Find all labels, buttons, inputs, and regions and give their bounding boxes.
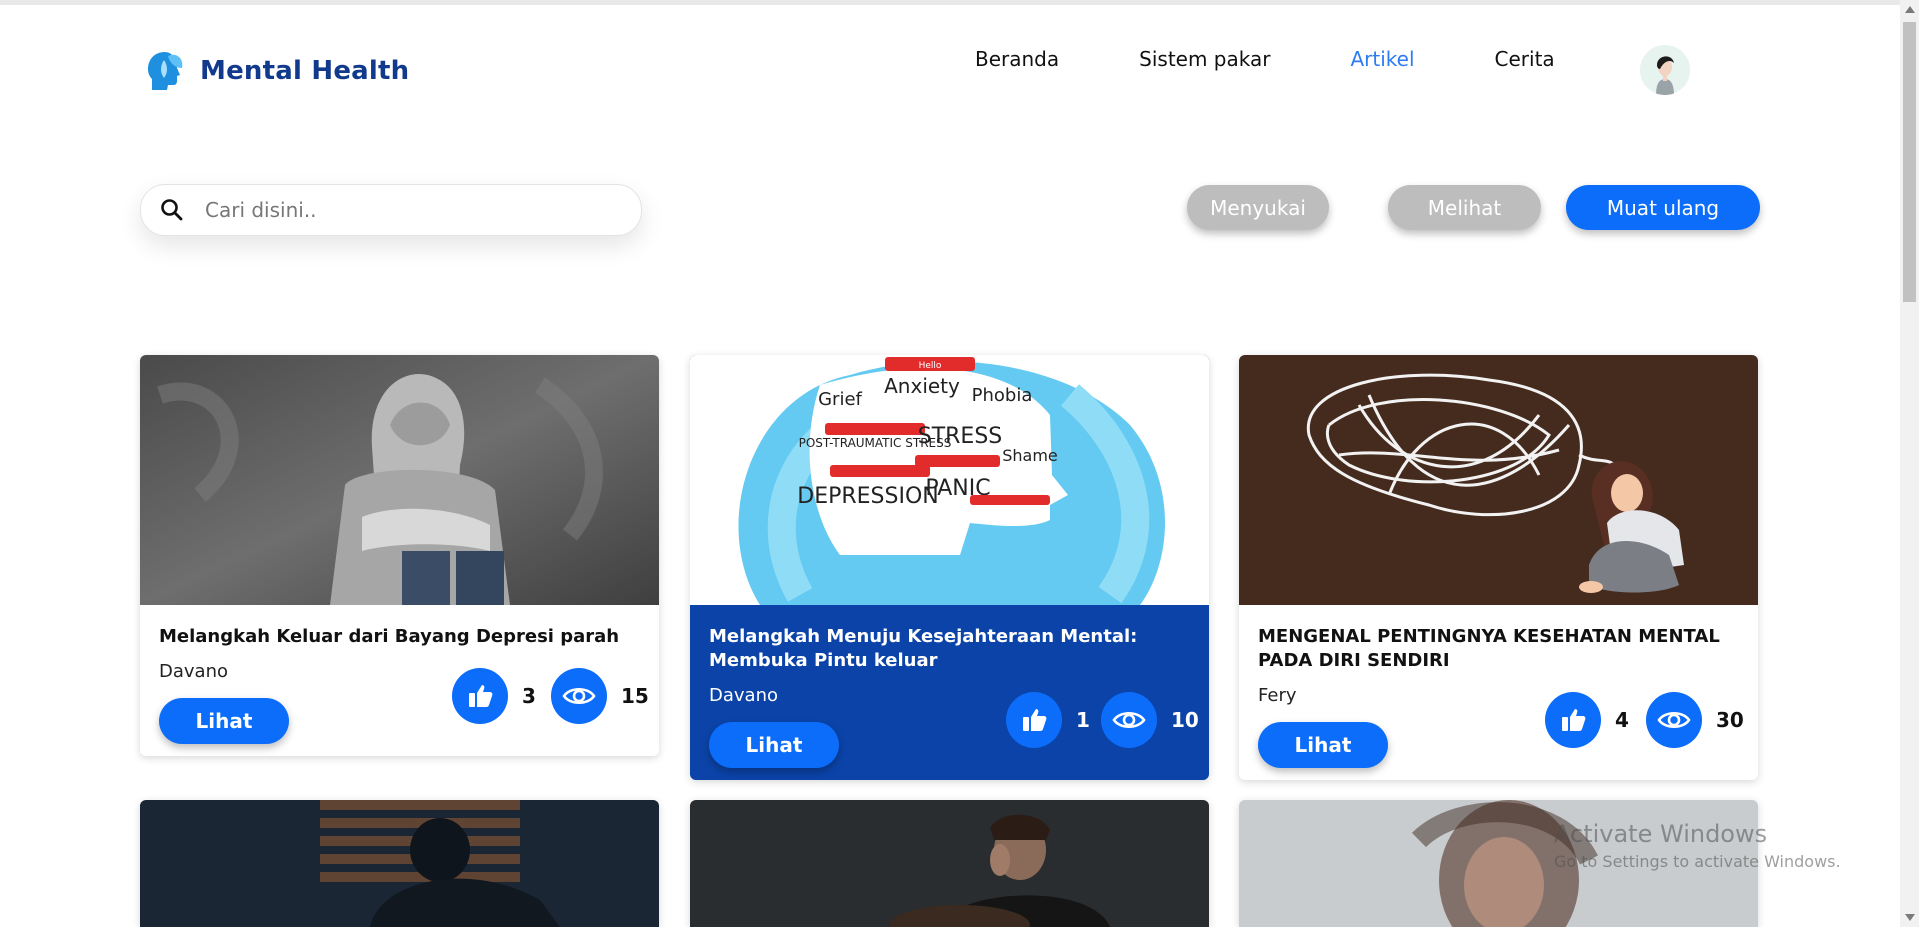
article-image[interactable]: [140, 355, 659, 605]
like-stat: 3: [452, 668, 536, 724]
read-article-button[interactable]: Lihat: [159, 698, 289, 744]
article-author: Davano: [159, 661, 228, 682]
article-image[interactable]: [140, 800, 659, 927]
brand-name: Mental Health: [200, 56, 410, 86]
windows-activation-watermark: Activate Windows Go to Settings to activ…: [1554, 820, 1841, 871]
search-bar: [140, 184, 642, 236]
watermark-subtitle: Go to Settings to activate Windows.: [1554, 852, 1841, 871]
article-card: [690, 800, 1209, 927]
reload-button[interactable]: Muat ulang: [1566, 185, 1760, 230]
like-button[interactable]: [1006, 692, 1062, 748]
article-author: Fery: [1258, 685, 1297, 706]
view-count: 30: [1716, 708, 1744, 732]
article-image[interactable]: [690, 800, 1209, 927]
like-count: 3: [522, 684, 536, 708]
filter-liked-button[interactable]: Menyukai: [1187, 185, 1329, 230]
like-stat: 1: [1006, 692, 1090, 748]
article-title: MENGENAL PENTINGNYA KESEHATAN MENTAL PAD…: [1258, 626, 1720, 671]
filter-viewed-button[interactable]: Melihat: [1388, 185, 1541, 230]
scroll-thumb[interactable]: [1903, 22, 1916, 302]
watermark-title: Activate Windows: [1554, 820, 1768, 848]
like-count: 4: [1615, 708, 1629, 732]
main-nav: Beranda Sistem pakar Artikel Cerita: [975, 47, 1555, 71]
nav-item-beranda[interactable]: Beranda: [975, 47, 1059, 71]
page-scrollbar[interactable]: [1900, 0, 1919, 927]
search-input[interactable]: [203, 197, 627, 223]
view-count: 10: [1171, 708, 1199, 732]
view-stat: 10: [1101, 692, 1199, 748]
head-leaf-icon: [148, 52, 183, 90]
tag-hello: Hello: [919, 361, 942, 371]
tag-shame: Shame: [1002, 446, 1058, 465]
eye-icon: [562, 687, 596, 705]
like-button[interactable]: [452, 668, 508, 724]
thumbs-up-icon: [469, 685, 493, 707]
like-count: 1: [1076, 708, 1090, 732]
eye-icon: [1112, 711, 1146, 729]
tag-depression: DEPRESSION: [797, 484, 939, 509]
tag-anxiety: Anxiety: [884, 374, 960, 398]
nav-item-artikel[interactable]: Artikel: [1350, 47, 1414, 71]
nav-item-cerita[interactable]: Cerita: [1495, 47, 1555, 71]
avatar-person-icon: [1640, 45, 1690, 95]
view-button[interactable]: [551, 668, 607, 724]
read-article-button[interactable]: Lihat: [709, 722, 839, 768]
read-article-button[interactable]: Lihat: [1258, 722, 1388, 768]
thumbs-up-icon: [1562, 709, 1586, 731]
article-title: Melangkah Menuju Kesejahteraan Mental: M…: [709, 626, 1138, 671]
view-stat: 15: [551, 668, 649, 724]
thumbs-up-icon: [1023, 709, 1047, 731]
article-card: MENGENAL PENTINGNYA KESEHATAN MENTAL PAD…: [1239, 355, 1758, 780]
scroll-up-arrow-icon[interactable]: [1905, 6, 1915, 13]
view-button[interactable]: [1646, 692, 1702, 748]
view-button[interactable]: [1101, 692, 1157, 748]
article-title: Melangkah Keluar dari Bayang Depresi par…: [159, 626, 620, 647]
article-card: Melangkah Keluar dari Bayang Depresi par…: [140, 355, 659, 756]
like-button[interactable]: [1545, 692, 1601, 748]
top-border: [0, 0, 1900, 5]
article-card: [140, 800, 659, 927]
like-stat: 4: [1545, 692, 1629, 748]
user-avatar[interactable]: [1640, 45, 1690, 95]
view-count: 15: [621, 684, 649, 708]
eye-icon: [1657, 711, 1691, 729]
scroll-down-arrow-icon[interactable]: [1905, 914, 1915, 921]
article-image[interactable]: Hello Anxiety Phobia Grief POST-TRAUMATI…: [690, 355, 1209, 605]
nav-item-sistem-pakar[interactable]: Sistem pakar: [1139, 47, 1270, 71]
tag-stress: STRESS: [918, 424, 1003, 449]
brand-logo[interactable]: Mental Health: [140, 46, 409, 96]
tag-grief: Grief: [818, 389, 862, 410]
tag-phobia: Phobia: [972, 385, 1033, 406]
search-icon: [161, 199, 183, 221]
article-image[interactable]: [1239, 355, 1758, 605]
view-stat: 30: [1646, 692, 1744, 748]
article-author: Davano: [709, 685, 778, 706]
article-card-highlighted: Hello Anxiety Phobia Grief POST-TRAUMATI…: [690, 355, 1209, 780]
